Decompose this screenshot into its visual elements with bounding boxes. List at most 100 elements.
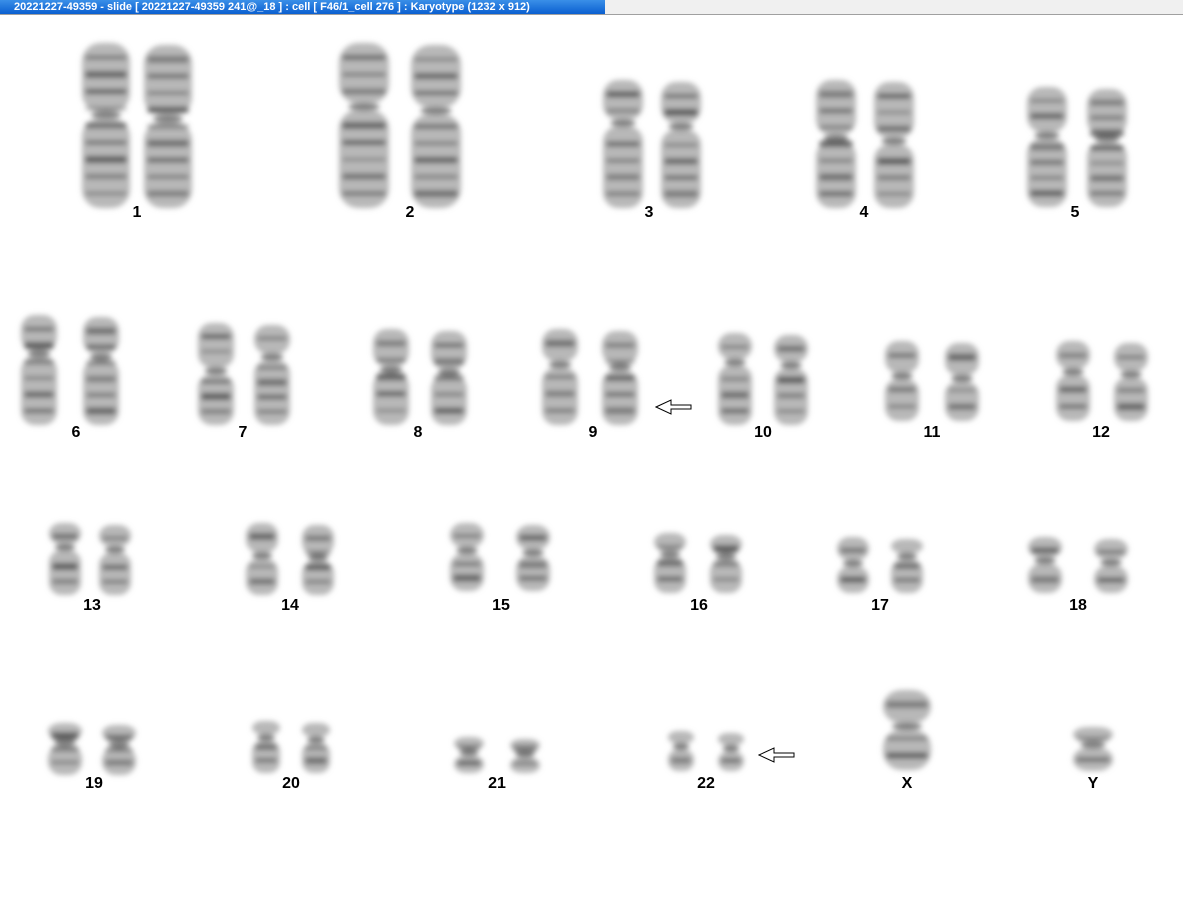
chromosome-body (774, 335, 808, 425)
chromosome-body (1073, 727, 1113, 771)
chromosome-label-17: 17 (871, 597, 889, 614)
chromosome-body (21, 315, 57, 425)
chromosome-body (837, 537, 869, 593)
karyotype-canvas: 1 2 3 4 5 6 7 8 9 10 11 12 13 14 15 16 17 18 19 20 21 22 X Y (0, 15, 1183, 899)
chromosome-body (718, 333, 752, 425)
chromosome-pair-10[interactable] (718, 333, 808, 425)
chromosome-label-3: 3 (644, 204, 654, 221)
chromosome-pair-8[interactable] (373, 329, 467, 425)
chromosome-body (603, 80, 643, 208)
chromosome-body (668, 731, 694, 771)
chromosome-pair-3[interactable] (603, 80, 701, 208)
chromosome-label-13: 13 (83, 597, 101, 614)
chromosome-pair-11[interactable] (885, 341, 979, 421)
chromosome-label-19: 19 (85, 775, 103, 792)
chromosome-label-11: 11 (923, 424, 941, 441)
chromosome-body (144, 45, 192, 208)
chromosome-body (516, 525, 550, 591)
chromosome-body (885, 341, 919, 421)
chromosome-label-9: 9 (588, 424, 598, 441)
chromosome-body (302, 723, 330, 773)
chromosome-label-5: 5 (1070, 204, 1080, 221)
karyogram (21, 43, 1148, 775)
chromosome-pair-21[interactable] (454, 737, 540, 773)
chromosome-label-12: 12 (1092, 424, 1110, 441)
chromosome-pair-12[interactable] (1056, 341, 1148, 421)
chromosome-pair-17[interactable] (837, 537, 923, 593)
chromosome-pair-19[interactable] (48, 723, 136, 775)
chromosome-pair-5[interactable] (1027, 87, 1127, 207)
arrow-chromosome-22-icon (758, 747, 795, 763)
chromosome-label-8: 8 (413, 424, 423, 441)
window-titlebar: 20221227-49359 - slide [ 20221227-49359 … (0, 0, 1183, 15)
chromosome-body (102, 725, 136, 775)
chromosome-label-4: 4 (859, 204, 869, 221)
chromosome-body (874, 82, 914, 208)
chromosome-pair-4[interactable] (816, 80, 914, 208)
chromosome-body (1094, 539, 1128, 593)
chromosome-body (254, 325, 290, 425)
chromosome-label-2: 2 (405, 204, 415, 221)
chromosome-pair-6[interactable] (21, 315, 119, 425)
chromosome-pair-16[interactable] (654, 533, 742, 593)
chromosome-body (602, 331, 638, 425)
chromosome-label-1: 1 (132, 204, 142, 221)
chromosome-body (252, 721, 280, 773)
chromosome-body (246, 523, 278, 595)
chromosome-body (373, 329, 409, 425)
arrow-chromosome-9-icon (655, 399, 692, 415)
chromosome-body (450, 523, 484, 591)
chromosome-body (710, 535, 742, 593)
chromosome-pair-2[interactable] (339, 43, 461, 208)
chromosome-label-16: 16 (690, 597, 708, 614)
chromosome-pair-18[interactable] (1028, 537, 1128, 593)
chromosome-body (1027, 87, 1067, 207)
chromosome-body (883, 690, 931, 770)
window-title: 20221227-49359 - slide [ 20221227-49359 … (14, 1, 530, 13)
chromosome-body (891, 539, 923, 593)
chromosome-pair-13[interactable] (49, 523, 131, 595)
chromosome-body (1028, 537, 1062, 593)
chromosome-label-21: 21 (488, 775, 506, 792)
chromosome-label-15: 15 (492, 597, 510, 614)
chromosome-pair-7[interactable] (198, 323, 290, 425)
chromosome-body (83, 317, 119, 425)
chromosome-body (48, 723, 82, 775)
chromosome-pair-1[interactable] (82, 43, 192, 208)
chromosome-pair-y[interactable] (1073, 727, 1113, 771)
chromosome-body (945, 343, 979, 421)
chromosome-body (454, 737, 484, 773)
chromosome-label-x: X (901, 775, 913, 792)
chromosome-label-y: Y (1087, 775, 1099, 792)
chromosome-body (654, 533, 686, 593)
chromosome-body (198, 323, 234, 425)
chromosome-label-7: 7 (238, 424, 248, 441)
chromosome-label-18: 18 (1069, 597, 1087, 614)
chromosome-body (302, 525, 334, 595)
window-title-tab[interactable]: 20221227-49359 - slide [ 20221227-49359 … (0, 0, 605, 14)
chromosome-pair-x[interactable] (883, 690, 931, 770)
chromosome-body (510, 739, 540, 773)
chromosome-body (431, 331, 467, 425)
chromosome-pair-14[interactable] (246, 523, 334, 595)
chromosome-pair-9[interactable] (542, 329, 638, 425)
chromosome-body (816, 80, 856, 208)
chromosome-body (1087, 89, 1127, 207)
chromosome-body (99, 525, 131, 595)
chromosome-body (82, 43, 130, 208)
chromosome-pair-22[interactable] (668, 731, 744, 771)
chromosome-pair-15[interactable] (450, 523, 550, 591)
chromosome-body (411, 45, 461, 208)
chromosome-label-6: 6 (71, 424, 81, 441)
chromosome-body (1114, 343, 1148, 421)
chromosome-pair-20[interactable] (252, 721, 330, 773)
chromosome-label-14: 14 (281, 597, 299, 614)
chromosome-body (1056, 341, 1090, 421)
chromosome-body (339, 43, 389, 208)
chromosome-label-10: 10 (754, 424, 772, 441)
chromosome-label-22: 22 (697, 775, 715, 792)
chromosome-body (718, 733, 744, 771)
chromosome-body (542, 329, 578, 425)
chromosome-body (661, 82, 701, 208)
chromosome-label-20: 20 (282, 775, 300, 792)
